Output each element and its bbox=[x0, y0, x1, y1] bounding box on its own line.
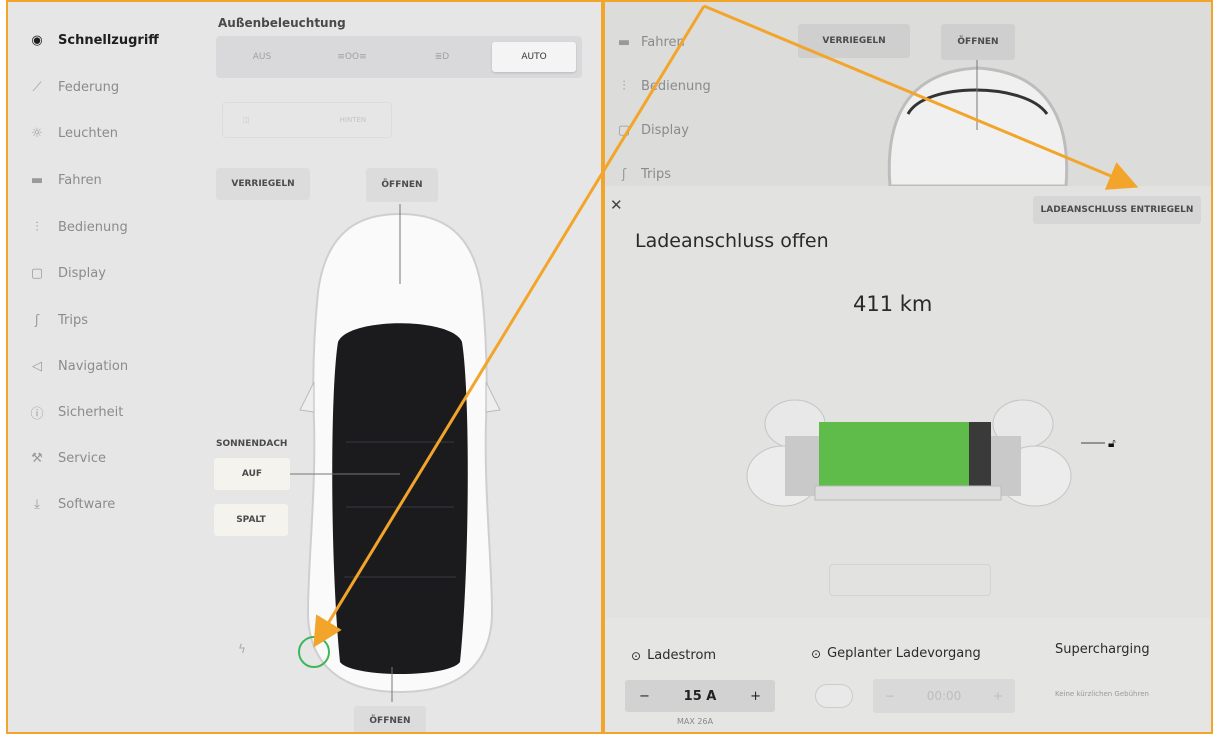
trips-icon: ʃ bbox=[34, 312, 40, 328]
decrease-time-button[interactable]: − bbox=[885, 689, 895, 703]
sun-icon: ☼ bbox=[31, 125, 43, 141]
display-icon: ▢ bbox=[30, 265, 44, 281]
sidebar-item-display[interactable]: ▢ Display bbox=[26, 259, 106, 287]
unlock-icon: 🔓︎ bbox=[1108, 436, 1116, 450]
sidebar-item-bedienung[interactable]: ⫶ Bedienung bbox=[615, 74, 710, 98]
trips-icon: ʃ bbox=[621, 166, 627, 182]
sidebar-item-fahren[interactable]: ▬ Fahren bbox=[615, 30, 685, 54]
scheduled-time-value: 00:00 bbox=[926, 689, 962, 703]
sunroof-vent-button[interactable]: SPALT bbox=[214, 504, 288, 536]
sidebar-item-trips[interactable]: ʃ Trips bbox=[26, 306, 88, 334]
close-icon[interactable]: ✕ bbox=[610, 196, 623, 214]
increase-time-button[interactable]: + bbox=[993, 689, 1003, 703]
sliders-icon: ⫶ bbox=[622, 78, 626, 94]
right-screen-photo: ▬ Fahren ⫶ Bedienung ▢ Display ʃ Trips VERRI… bbox=[603, 0, 1213, 734]
charge-port-button[interactable] bbox=[298, 636, 330, 668]
supercharging-note: Keine kürzlichen Gebühren bbox=[1055, 690, 1149, 698]
charge-status-field bbox=[829, 564, 991, 596]
suspension-icon: ⟋ bbox=[32, 79, 42, 95]
charging-controls bbox=[605, 618, 1211, 732]
left-screen-photo: ◉ Schnellzugriff ⟋ Federung ☼ Leuchten ▬ Fah… bbox=[6, 0, 603, 734]
parking-lights-icon[interactable]: ≡OO≡ bbox=[310, 42, 394, 72]
unlatch-charge-port-button[interactable]: LADEANSCHLUSS ENTRIEGELN bbox=[1033, 196, 1201, 224]
charge-port-panel: ✕ LADEANSCHLUSS ENTRIEGELN Ladeanschluss… bbox=[605, 186, 1211, 732]
info-icon: ⓘ bbox=[30, 406, 44, 422]
lock-button[interactable]: VERRIEGELN bbox=[216, 168, 310, 200]
sidebar-item-schnellzugriff[interactable]: ◉ Schnellzugriff bbox=[26, 26, 159, 54]
sidebar-item-service[interactable]: ⚒ Service bbox=[26, 444, 106, 472]
trunk-open-button[interactable]: ÖFFNEN bbox=[354, 706, 426, 732]
location-pin-icon: ⊙ bbox=[811, 646, 822, 661]
sidebar-item-software[interactable]: ⤓ Software bbox=[26, 490, 115, 518]
sidebar-item-federung[interactable]: ⟋ Federung bbox=[26, 73, 119, 101]
max-current-label: MAX 26A bbox=[677, 717, 714, 726]
fog-light-icon: ◫ bbox=[243, 116, 250, 124]
display-icon: ▢ bbox=[617, 122, 631, 138]
lock-button[interactable]: VERRIEGELN bbox=[798, 24, 910, 58]
scheduled-time-stepper: − 00:00 + bbox=[873, 679, 1015, 713]
sidebar-item-bedienung[interactable]: ⫶ Bedienung bbox=[26, 213, 127, 241]
sidebar-item-sicherheit[interactable]: ⓘ Sicherheit bbox=[26, 398, 123, 426]
lights-off-option[interactable]: AUS bbox=[220, 42, 304, 72]
scheduled-charging-label: ⊙ Geplanter Ladevorgang bbox=[811, 646, 981, 661]
sidebar-item-navigation[interactable]: ◁ Navigation bbox=[26, 352, 128, 380]
sidebar-item-leuchten[interactable]: ☼ Leuchten bbox=[26, 119, 118, 147]
lightning-icon: ϟ bbox=[238, 642, 246, 656]
charge-current-label: ⊙ Ladestrom bbox=[631, 648, 717, 663]
sidebar-item-display[interactable]: ▢ Display bbox=[615, 118, 689, 142]
sidebar-item-fahren[interactable]: ▬ Fahren bbox=[26, 166, 102, 194]
battery-chassis-graphic bbox=[746, 399, 1105, 507]
panel-title: Ladeanschluss offen bbox=[635, 230, 829, 252]
increase-current-button[interactable]: + bbox=[750, 689, 761, 704]
wrench-icon: ⚒ bbox=[31, 450, 43, 466]
location-pin-icon: ⊙ bbox=[631, 648, 642, 663]
frunk-open-button[interactable]: ÖFFNEN bbox=[366, 168, 438, 202]
lights-auto-option[interactable]: AUTO bbox=[492, 42, 576, 72]
exterior-lights-selector: AUS ≡OO≡ ≣D AUTO bbox=[216, 36, 582, 78]
navigation-icon: ◁ bbox=[32, 358, 42, 374]
scheduled-charging-toggle[interactable] bbox=[815, 684, 853, 708]
decrease-current-button[interactable]: − bbox=[639, 689, 650, 704]
fog-lights-toggle[interactable]: ◫ HINTEN bbox=[222, 102, 392, 138]
frunk-open-button[interactable]: ÖFFNEN bbox=[941, 24, 1015, 60]
supercharging-label: Supercharging bbox=[1055, 642, 1150, 657]
settings-sidebar: ◉ Schnellzugriff ⟋ Federung ☼ Leuchten ▬ Fah… bbox=[8, 2, 203, 732]
sunroof-heading: SONNENDACH bbox=[216, 439, 288, 449]
car-icon: ▬ bbox=[30, 172, 44, 188]
car-icon: ▬ bbox=[617, 34, 631, 50]
fog-rear-label: HINTEN bbox=[339, 116, 367, 124]
download-icon: ⤓ bbox=[34, 496, 40, 512]
sunroof-open-button[interactable]: AUF bbox=[214, 458, 290, 490]
range-readout: 411 km bbox=[853, 292, 933, 316]
low-beam-icon[interactable]: ≣D bbox=[400, 42, 484, 72]
charge-current-stepper: − 15 A + bbox=[625, 680, 775, 712]
toggle-icon: ◉ bbox=[31, 32, 43, 48]
charge-current-value: 15 A bbox=[683, 688, 717, 704]
sidebar-item-trips[interactable]: ʃ Trips bbox=[615, 162, 671, 186]
sliders-icon: ⫶ bbox=[35, 219, 39, 235]
exterior-lights-heading: Außenbeleuchtung bbox=[218, 16, 346, 30]
